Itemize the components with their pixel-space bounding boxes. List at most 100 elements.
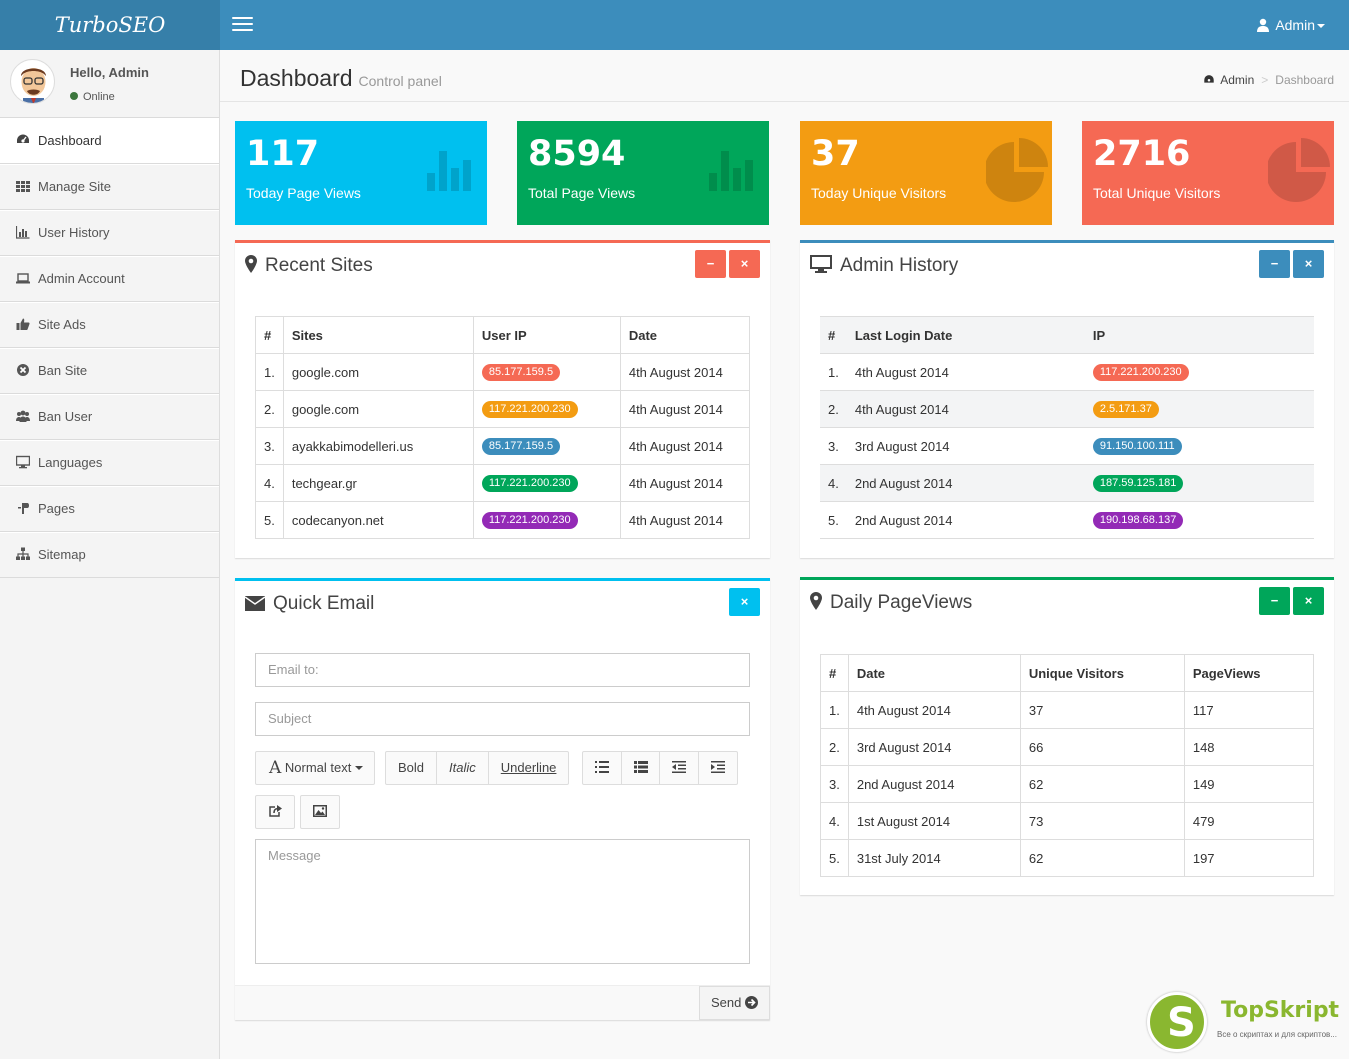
sidebar-item-manage-site[interactable]: Manage Site [0, 164, 219, 210]
row-number: 3. [255, 427, 284, 465]
table-row: 3. 2nd August 2014 62 149 [820, 765, 1315, 803]
column-header: PageViews [1183, 654, 1315, 692]
insert-image-button[interactable] [301, 796, 339, 828]
ip-cell: 85.177.159.5 [472, 353, 621, 391]
close-button[interactable]: × [1293, 250, 1324, 278]
sidebar-item-site-ads[interactable]: Site Ads [0, 302, 219, 348]
column-header: # [820, 316, 847, 354]
box-title-text: Daily PageViews [830, 592, 973, 613]
date-cell: 4th August 2014 [619, 464, 751, 502]
sidebar-toggle-icon[interactable] [232, 17, 253, 32]
row-number: 5. [255, 501, 284, 539]
caret-down-icon [1317, 24, 1325, 28]
user-menu-label: Admin [1275, 17, 1315, 33]
admin-history-box: Admin History − × # Last Login Date IP 1… [800, 240, 1334, 558]
row-number: 4. [255, 464, 284, 502]
collapse-button[interactable]: − [1259, 250, 1290, 278]
ip-badge: 85.177.159.5 [481, 438, 561, 455]
date-cell: 3rd August 2014 [847, 728, 1021, 766]
ip-badge: 187.59.125.181 [1092, 475, 1184, 492]
table-row: 3. 3rd August 2014 91.150.100.111 [820, 427, 1314, 465]
sidebar-item-user-history[interactable]: User History [0, 210, 219, 256]
visitors-cell: 62 [1019, 765, 1185, 803]
breadcrumb: Admin > Dashboard [1203, 73, 1334, 87]
user-icon [1257, 18, 1270, 32]
sidebar-item-ban-site[interactable]: Ban Site [0, 348, 219, 394]
sidebar-item-label: Ban Site [38, 363, 88, 378]
sidebar-item-admin-account[interactable]: Admin Account [0, 256, 219, 302]
date-cell: 3rd August 2014 [846, 427, 1085, 465]
watermark-letter: S [1167, 1000, 1196, 1046]
sidebar-item-ban-user[interactable]: Ban User [0, 394, 219, 440]
sidebar-item-label: Manage Site [38, 179, 111, 194]
indent-button[interactable] [699, 752, 737, 784]
collapse-button[interactable]: − [695, 250, 726, 278]
sidebar-item-languages[interactable]: Languages [0, 440, 219, 486]
text-format-group: Bold Italic Underline [385, 751, 570, 785]
sidebar-item-dashboard[interactable]: Dashboard [0, 118, 219, 164]
outdent-button[interactable] [660, 752, 699, 784]
table-row: 2. 4th August 2014 2.5.171.37 [820, 390, 1314, 428]
row-number: 3. [820, 765, 849, 803]
message-textarea[interactable]: Message [255, 839, 750, 964]
table-row: 4. 2nd August 2014 187.59.125.181 [820, 464, 1314, 502]
ip-cell: 117.221.200.230 [472, 464, 621, 502]
row-number: 5. [820, 501, 847, 539]
insert-link-button[interactable] [256, 796, 294, 828]
app-logo[interactable]: TurboSEO [0, 0, 220, 50]
sidebar-item-label: Pages [38, 501, 75, 516]
laptop-icon [16, 273, 30, 284]
stat-value: 2716 [1093, 134, 1191, 174]
topskript-watermark: S TopSkript Все о скриптах и для скрипто… [1145, 990, 1345, 1055]
date-cell: 4th August 2014 [619, 353, 751, 391]
date-cell: 2nd August 2014 [846, 464, 1085, 502]
page-subtitle: Control panel [358, 73, 442, 89]
sidebar-item-sitemap[interactable]: Sitemap [0, 532, 219, 578]
send-button[interactable]: Send [699, 986, 770, 1020]
visitors-cell: 37 [1019, 691, 1185, 729]
th-list-icon [633, 761, 648, 773]
date-cell: 4th August 2014 [846, 390, 1085, 428]
close-button[interactable]: × [729, 250, 760, 278]
user-menu[interactable]: Admin [1256, 0, 1325, 50]
ip-badge: 85.177.159.5 [481, 364, 561, 381]
table-row: 5. 2nd August 2014 190.198.68.137 [820, 501, 1314, 539]
sidebar-item-label: Site Ads [38, 317, 86, 332]
desktop-icon [810, 255, 832, 273]
underline-button[interactable]: Underline [489, 752, 569, 784]
table-row: 5. 31st July 2014 62 197 [820, 839, 1315, 877]
sidebar-item-label: Admin Account [38, 271, 125, 286]
date-cell: 4th August 2014 [619, 501, 751, 539]
table-row: 3. ayakkabimodelleri.us 85.177.159.5 4th Au… [255, 427, 751, 465]
close-button[interactable]: × [729, 588, 760, 616]
bold-button[interactable]: Bold [386, 752, 438, 784]
font-icon: A [269, 758, 282, 778]
box-title: Daily PageViews [810, 592, 972, 614]
status-online: Online [70, 91, 115, 103]
views-cell: 148 [1183, 728, 1315, 766]
quick-email-box: Quick Email × Email to: Subject A Normal… [235, 578, 770, 1020]
ip-badge: 117.221.200.230 [481, 512, 578, 529]
ip-cell: 117.221.200.230 [472, 501, 621, 539]
daily-pageviews-table: # Date Unique Visitors PageViews 1. 4th A… [820, 654, 1315, 877]
table-row: 1. google.com 85.177.159.5 4th August 2014 [255, 353, 751, 391]
stat-label: Total Unique Visitors [1093, 185, 1221, 201]
close-button[interactable]: × [1293, 587, 1324, 615]
sidebar-item-label: Languages [38, 455, 103, 470]
subject-input[interactable]: Subject [255, 702, 750, 736]
column-header: # [820, 654, 849, 692]
ip-badge: 2.5.171.37 [1092, 401, 1159, 418]
collapse-button[interactable]: − [1259, 587, 1290, 615]
date-cell: 4th August 2014 [619, 390, 751, 428]
italic-button[interactable]: Italic [437, 752, 489, 784]
site-cell: google.com [282, 353, 474, 391]
column-header: Sites [282, 316, 474, 354]
email-to-input[interactable]: Email to: [255, 653, 750, 687]
unordered-list-button[interactable] [583, 752, 622, 784]
row-number: 1. [820, 691, 849, 729]
ordered-list-button[interactable] [622, 752, 660, 784]
site-cell: ayakkabimodelleri.us [282, 427, 474, 465]
sidebar-item-pages[interactable]: Pages [0, 486, 219, 532]
font-style-dropdown[interactable]: A Normal text [256, 752, 374, 784]
breadcrumb-home[interactable]: Admin [1220, 73, 1254, 87]
